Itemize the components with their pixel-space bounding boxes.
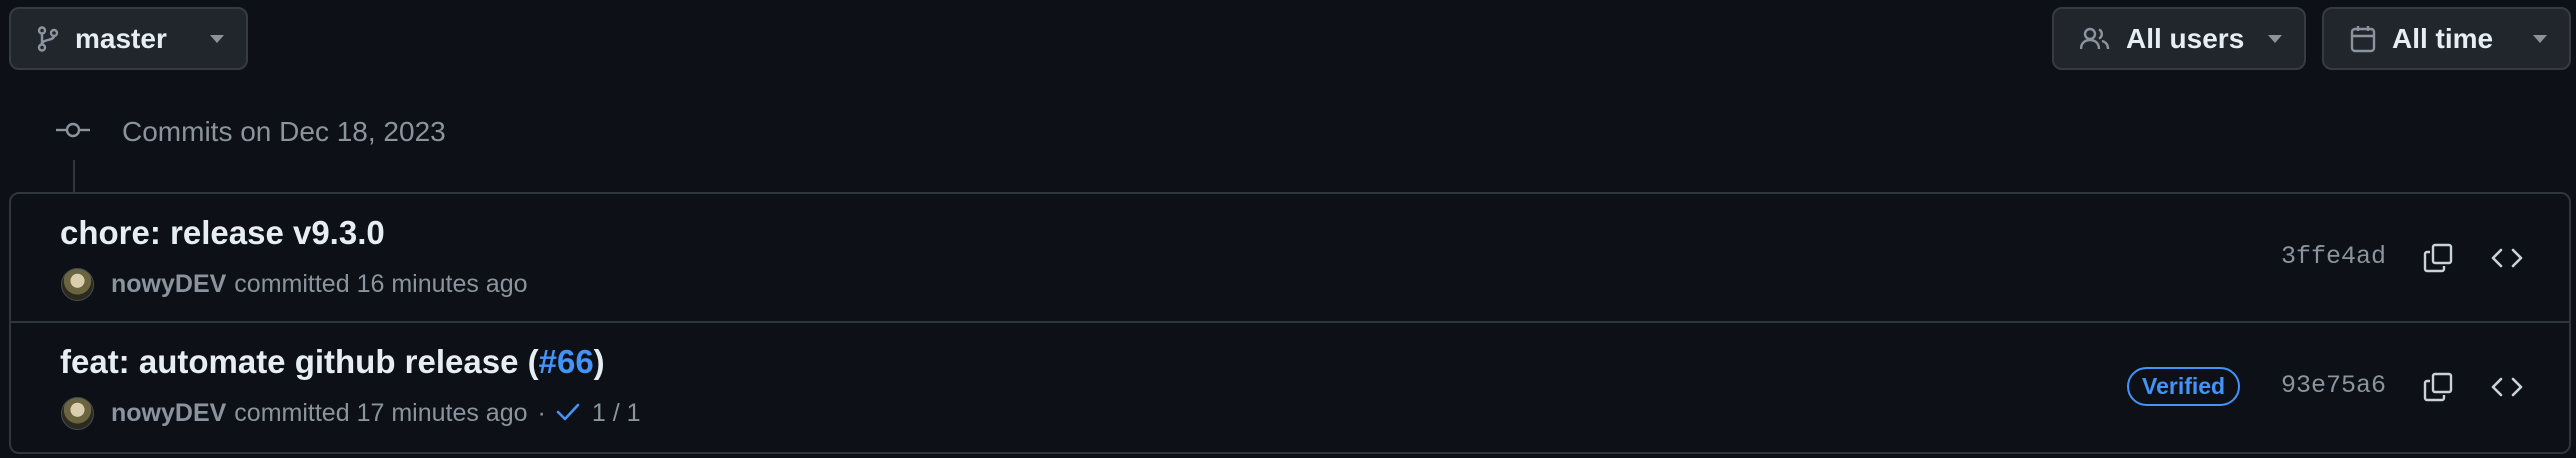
commit-time: 17 minutes ago xyxy=(356,398,528,427)
pull-request-link[interactable]: #66 xyxy=(539,343,594,380)
people-icon xyxy=(2080,27,2110,51)
triangle-down-icon xyxy=(210,34,224,43)
commit-message-link[interactable]: chore: release v9.3.0 xyxy=(60,214,385,252)
triangle-down-icon xyxy=(2533,34,2547,43)
timeline-line xyxy=(73,160,75,192)
commit-row: chore: release v9.3.0 nowyDEV committed … xyxy=(11,194,2569,323)
git-branch-icon xyxy=(37,25,59,52)
commit-action: committed xyxy=(234,398,350,427)
commit-group-header: Commits on Dec 18, 2023 xyxy=(56,112,446,152)
time-filter-label: All time xyxy=(2392,22,2494,54)
time-filter-button[interactable]: All time xyxy=(2322,7,2571,70)
commit-meta: nowyDEV committed 16 minutes ago xyxy=(61,266,528,302)
triangle-down-icon xyxy=(2268,34,2282,43)
commit-meta: nowyDEV committed 17 minutes ago · 1 / 1 xyxy=(61,395,641,431)
avatar[interactable] xyxy=(61,396,94,430)
checks-status[interactable]: 1 / 1 xyxy=(592,399,641,428)
commit-action: committed xyxy=(234,269,350,298)
copy-icon[interactable] xyxy=(2418,238,2458,278)
commit-message-suffix[interactable]: ) xyxy=(594,343,605,380)
commit-time: 16 minutes ago xyxy=(356,269,528,298)
commit-list: chore: release v9.3.0 nowyDEV committed … xyxy=(9,192,2571,454)
meta-separator: · xyxy=(537,398,546,427)
commit-row: feat: automate github release (#66) nowy… xyxy=(11,323,2569,452)
branch-selector-button[interactable]: master xyxy=(9,7,248,70)
author-link[interactable]: nowyDEV xyxy=(111,399,226,428)
commit-message[interactable]: feat: automate github release ( xyxy=(60,343,539,380)
users-filter-label: All users xyxy=(2126,22,2245,54)
avatar[interactable] xyxy=(61,267,94,301)
git-commit-icon xyxy=(56,120,90,145)
branch-label: master xyxy=(75,22,167,54)
users-filter-button[interactable]: All users xyxy=(2052,7,2306,70)
author-link[interactable]: nowyDEV xyxy=(111,270,226,299)
commit-sha-link[interactable]: 3ffe4ad xyxy=(2281,242,2386,271)
code-icon[interactable] xyxy=(2487,238,2527,278)
verified-badge[interactable]: Verified xyxy=(2127,367,2241,406)
copy-icon[interactable] xyxy=(2418,367,2458,407)
commit-group-title: Commits on Dec 18, 2023 xyxy=(122,116,446,147)
check-icon[interactable] xyxy=(556,399,580,428)
commit-message-link[interactable]: feat: automate github release (#66) xyxy=(60,343,605,381)
code-icon[interactable] xyxy=(2487,367,2527,407)
commit-sha-link[interactable]: 93e75a6 xyxy=(2281,371,2386,400)
commit-message[interactable]: chore: release v9.3.0 xyxy=(60,214,385,251)
calendar-icon xyxy=(2350,25,2376,53)
